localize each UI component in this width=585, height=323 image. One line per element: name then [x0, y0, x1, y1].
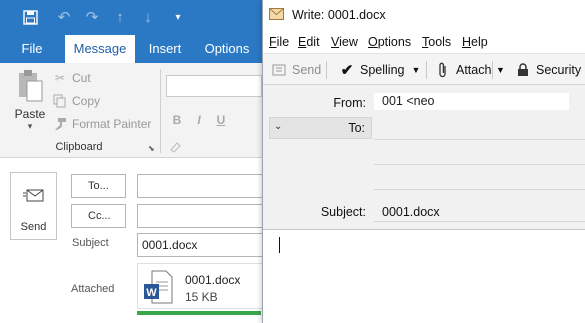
to-label: To:: [348, 121, 365, 135]
svg-text:W: W: [146, 287, 157, 299]
customize-qat-icon[interactable]: ▾: [166, 5, 190, 29]
toolbar-separator: [492, 61, 493, 79]
to-field[interactable]: [137, 174, 267, 198]
menu-tools[interactable]: Tools: [422, 35, 451, 49]
paste-button[interactable]: Paste ▾: [10, 69, 50, 144]
clipboard-group-label: Clipboard: [55, 141, 103, 153]
attachment-name: 0001.docx: [185, 273, 241, 287]
compose-area: Send To... Cc... Subject 0001.docx Attac…: [0, 158, 267, 323]
security-button[interactable]: Security: [515, 54, 581, 85]
copy-button[interactable]: Copy: [52, 91, 100, 111]
attach-button[interactable]: Attach: [435, 54, 491, 85]
spelling-button[interactable]: ✔ Spelling ▼: [339, 54, 421, 85]
address-type-selector[interactable]: ⌄ To:: [269, 117, 372, 139]
spelling-dropdown-icon[interactable]: ▼: [411, 65, 420, 75]
subject-label: Subject: [72, 237, 109, 249]
text-cursor: [279, 237, 280, 253]
compose-envelope-icon: [269, 8, 284, 20]
cc-field[interactable]: [137, 204, 267, 228]
cut-label: Cut: [72, 71, 91, 85]
send-button[interactable]: Send: [10, 172, 57, 240]
paperclip-icon: [435, 62, 451, 78]
chevron-down-icon: ⌄: [274, 121, 283, 132]
window-title: Write: 0001.docx: [292, 8, 386, 22]
send-icon: [271, 62, 287, 78]
copy-label: Copy: [72, 94, 101, 108]
message-body-editor[interactable]: [263, 231, 585, 323]
attach-dropdown-icon[interactable]: ▼: [496, 54, 505, 85]
down-arrow-icon[interactable]: ↓: [136, 5, 160, 29]
recipient-row[interactable]: [374, 141, 585, 165]
up-arrow-icon[interactable]: ↑: [108, 5, 132, 29]
tab-message[interactable]: Message: [65, 35, 135, 63]
send-label: Send: [20, 221, 47, 233]
bold-icon[interactable]: B: [168, 111, 186, 129]
to-button[interactable]: To...: [71, 174, 126, 198]
word-document-icon: W: [144, 270, 173, 304]
from-selector[interactable]: 001 <neo: [374, 93, 569, 110]
title-bar: Write: 0001.docx: [263, 0, 585, 31]
write-window: Write: 0001.docx File Edit View Options …: [262, 0, 585, 323]
menu-bar: File Edit View Options Tools Help: [263, 31, 585, 53]
tab-options[interactable]: Options: [196, 35, 258, 63]
subject-label: Subject:: [320, 205, 366, 219]
menu-edit[interactable]: Edit: [298, 35, 320, 49]
menu-options[interactable]: Options: [368, 35, 411, 49]
highlight-color-icon[interactable]: [168, 141, 186, 155]
tab-file[interactable]: File: [0, 35, 64, 63]
attachment-card[interactable]: W 0001.docx 15 KB: [137, 263, 267, 309]
message-header: From: 001 <neo ⌄ To: Subject: 0001.docx: [263, 85, 585, 236]
save-icon[interactable]: [18, 5, 42, 29]
menu-view[interactable]: View: [331, 35, 358, 49]
format-painter-icon: [52, 117, 68, 131]
send-button[interactable]: Send: [271, 54, 321, 85]
compose-toolbar: Send ✔ Spelling ▼ Attach ▼ Security: [263, 53, 585, 85]
checkmark-icon: ✔: [340, 61, 354, 79]
attach-label: Attach: [456, 62, 492, 77]
paste-label: Paste: [14, 107, 46, 121]
copy-icon: [52, 94, 68, 108]
menu-help[interactable]: Help: [462, 35, 488, 49]
clipboard-icon: [16, 69, 44, 103]
spelling-label: Spelling: [360, 62, 405, 77]
highlight-bar: [137, 311, 261, 315]
from-label: From:: [333, 96, 366, 110]
undo-icon[interactable]: ↶: [52, 5, 76, 29]
toolbar-separator: [426, 61, 427, 79]
security-label: Security: [536, 62, 582, 77]
toolbar-separator: [326, 61, 327, 79]
recipient-row[interactable]: [374, 166, 585, 190]
subject-field[interactable]: 0001.docx: [137, 233, 267, 257]
group-divider: [160, 69, 161, 153]
send-label: Send: [292, 62, 322, 77]
scissors-icon: ✂: [54, 71, 66, 85]
attached-label: Attached: [71, 283, 115, 295]
send-envelope-icon: [23, 189, 44, 202]
cut-button[interactable]: ✂ Cut: [52, 68, 91, 88]
to-recipient-field[interactable]: [374, 117, 585, 140]
tab-insert[interactable]: Insert: [136, 35, 194, 63]
format-painter-label: Format Painter: [72, 117, 152, 131]
italic-icon[interactable]: I: [190, 111, 208, 129]
subject-field[interactable]: 0001.docx: [374, 202, 585, 222]
paste-dropdown-icon[interactable]: ▾: [10, 121, 50, 132]
redo-icon[interactable]: ↷: [80, 5, 104, 29]
dialog-launcher-icon[interactable]: ⬊: [148, 144, 155, 153]
menu-file[interactable]: File: [269, 35, 289, 49]
lock-icon: [515, 62, 531, 78]
font-name-combo[interactable]: [166, 75, 262, 97]
underline-icon[interactable]: U: [212, 111, 230, 129]
cc-button[interactable]: Cc...: [71, 204, 126, 228]
format-painter-button[interactable]: Format Painter: [52, 114, 151, 134]
attachment-size: 15 KB: [185, 290, 218, 304]
